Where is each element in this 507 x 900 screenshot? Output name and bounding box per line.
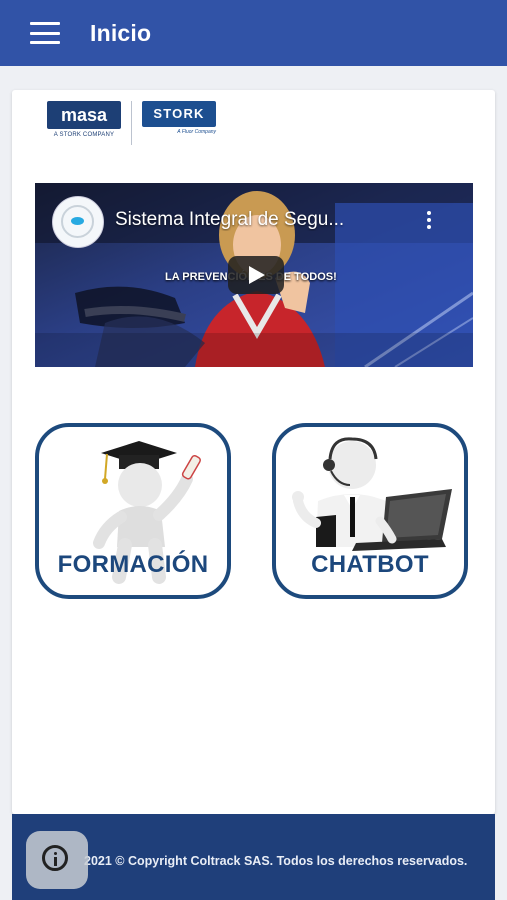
copyright-text: 2021 © Copyright Coltrack SAS. Todos los… [84,854,468,868]
info-icon [42,845,68,871]
chatbot-button[interactable]: CHATBOT [272,423,468,599]
info-button[interactable] [26,831,88,889]
logo-divider [131,101,132,145]
channel-avatar-icon[interactable] [52,196,104,248]
formacion-button[interactable]: FORMACIÓN [35,423,231,599]
app-bar: Inicio [0,0,507,66]
video-player[interactable]: Sistema Integral de Segu... LA PREVENCIÓ… [35,183,473,367]
video-title[interactable]: Sistema Integral de Segu... [115,209,415,231]
hamburger-menu-icon[interactable] [30,22,60,44]
page-title: Inicio [90,19,152,46]
stork-logo: STORK A Fluor Company [142,101,216,135]
play-icon[interactable] [228,256,284,294]
more-vertical-icon[interactable] [427,211,431,229]
content-card: masa A STORK COMPANY STORK A Fluor Compa… [12,90,495,814]
chatbot-label: CHATBOT [311,551,429,578]
company-logos: masa A STORK COMPANY STORK A Fluor Compa… [47,101,216,145]
masa-logo: masa A STORK COMPANY [47,101,121,138]
formacion-label: FORMACIÓN [57,551,209,578]
